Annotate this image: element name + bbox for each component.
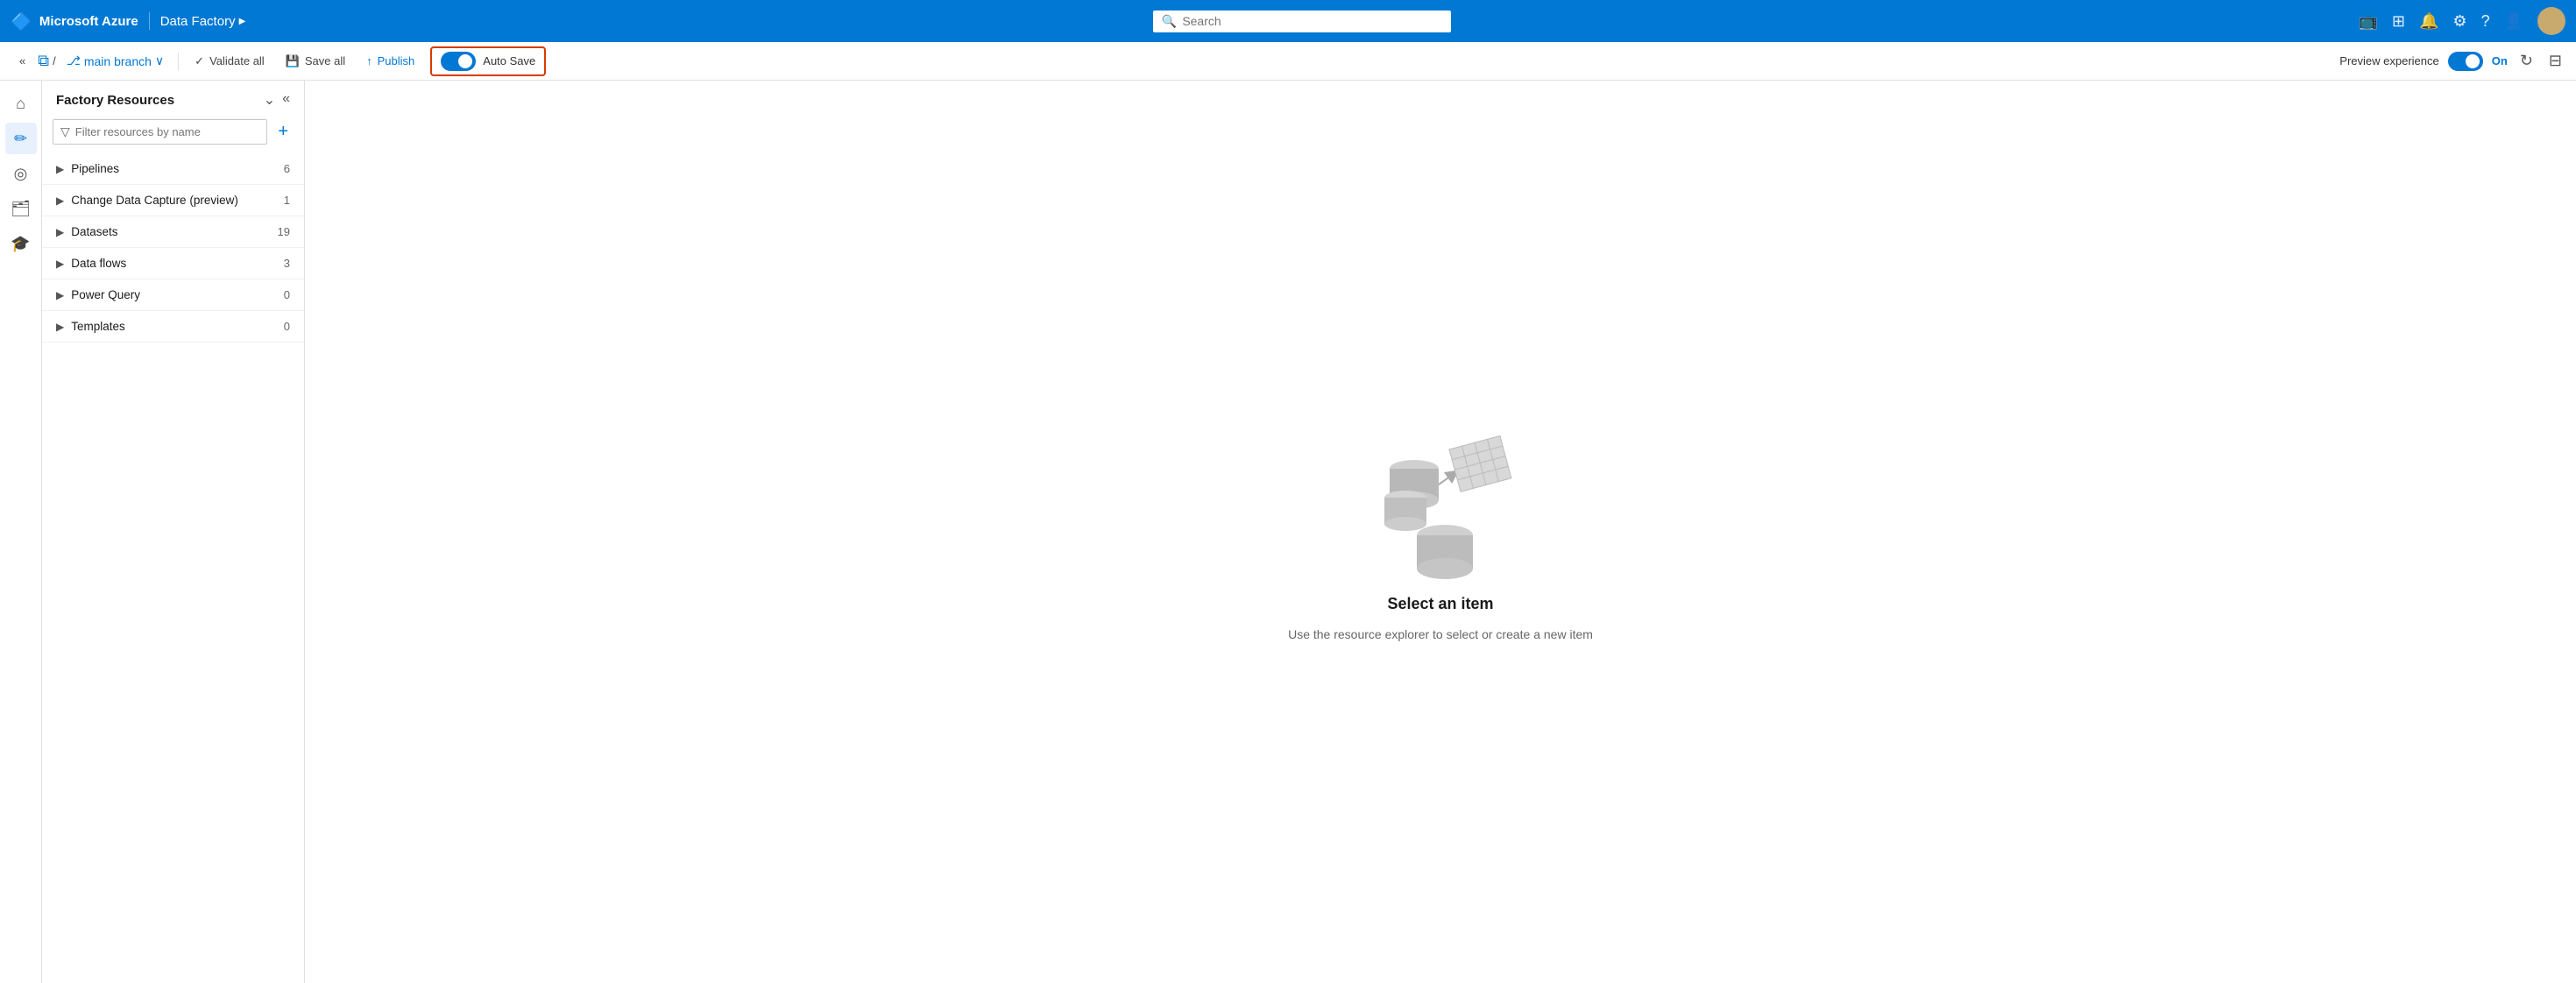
left-sidebar: ⌂ ✏ ◎ 🗂 🎓 [0,81,42,983]
search-box[interactable]: 🔍 [1153,11,1451,32]
search-area: 🔍 [256,11,2347,32]
toolbar-right: Preview experience On ↻ ⊟ [2339,48,2565,74]
manage-icon: 🗂 [11,200,31,218]
app-name-area[interactable]: Data Factory ▶ [160,14,246,29]
resource-item-left: ▶ Power Query [56,288,140,301]
hide-panel-icon[interactable]: « [282,91,290,109]
resource-list: ▶ Pipelines 6 ▶ Change Data Capture (pre… [42,153,304,983]
monitor-icon: ◎ [14,165,28,183]
pencil-icon: ✏ [14,130,27,148]
branch-dropdown-icon: ∨ [155,53,164,68]
nav-divider [149,12,150,30]
resource-item-left: ▶ Change Data Capture (preview) [56,194,238,207]
main-content: Select an item Use the resource explorer… [305,81,2576,983]
preview-experience-label: Preview experience [2339,54,2438,67]
collapse-icon: « [19,54,25,67]
toggle-thumb [458,54,472,68]
learn-icon: 🎓 [11,235,30,253]
app-name-text: Data Factory [160,14,236,29]
brand-text: Microsoft Azure [39,14,138,29]
portal-icon[interactable]: ⊞ [2392,12,2405,31]
filter-resources-input[interactable] [75,125,260,138]
collapse-nav-button[interactable]: « [11,50,34,72]
search-icon: 🔍 [1162,14,1177,29]
sidebar-item-home[interactable]: ⌂ [5,88,37,119]
resource-item-left: ▶ Pipelines [56,162,119,175]
sidebar-item-manage[interactable]: 🗂 [5,193,37,224]
sidebar-item-monitor[interactable]: ◎ [5,158,37,189]
autosave-label: Auto Save [483,54,535,67]
preview-toggle-thumb [2466,54,2480,68]
account-icon[interactable]: 👤 [2504,12,2523,31]
save-all-label: Save all [305,54,345,67]
validate-all-label: Validate all [209,54,265,67]
branch-icon: ⎇ [67,53,81,68]
factory-resources-panel: Factory Resources ⌄ « ▽ + ▶ Pipelines 6 [42,81,305,983]
resource-item-data-flows[interactable]: ▶ Data flows 3 [42,248,304,279]
chevron-right-icon: ▶ [56,194,64,207]
app-name-chevron: ▶ [239,17,246,26]
resource-item-left: ▶ Datasets [56,225,118,238]
filter-row: ▽ + [42,116,304,153]
toolbar: « ⧉ / ⎇ main branch ∨ ✓ Validate all 💾 S… [0,42,2576,81]
resource-item-change-data-capture[interactable]: ▶ Change Data Capture (preview) 1 [42,185,304,216]
filter-input-wrapper: ▽ [53,119,267,145]
validate-all-button[interactable]: ✓ Validate all [186,50,273,73]
publish-button[interactable]: ↑ Publish [357,50,423,72]
factory-panel-header: Factory Resources ⌄ « [42,81,304,116]
resource-item-datasets[interactable]: ▶ Datasets 19 [42,216,304,248]
illustration [1353,423,1528,581]
chevron-right-icon: ▶ [56,258,64,270]
resource-item-templates[interactable]: ▶ Templates 0 [42,311,304,343]
help-icon[interactable]: ? [2481,12,2490,31]
slash-separator: / [53,54,56,67]
sidebar-item-learn[interactable]: 🎓 [5,228,37,259]
chevron-right-icon: ▶ [56,289,64,301]
collapse-panel-icon[interactable]: ⌄ [264,91,275,109]
branch-selector[interactable]: ⎇ main branch ∨ [60,50,171,72]
factory-panel-title: Factory Resources [56,93,174,108]
resource-item-power-query[interactable]: ▶ Power Query 0 [42,279,304,311]
add-resource-button[interactable]: + [272,120,294,144]
branch-name: main branch [84,54,152,68]
autosave-toggle[interactable] [441,52,476,71]
resource-item-left: ▶ Data flows [56,257,126,270]
panel-header-icons: ⌄ « [264,91,290,109]
sidebar-item-author[interactable]: ✏ [5,123,37,154]
azure-logo: 🔷 [11,11,32,32]
empty-state-subtitle: Use the resource explorer to select or c… [1288,627,1593,641]
chevron-right-icon: ▶ [56,163,64,175]
toolbar-separator-1 [178,53,179,70]
save-all-button[interactable]: 💾 Save all [277,50,354,73]
layout-button[interactable]: ⊟ [2545,48,2565,74]
save-icon: 💾 [286,54,300,68]
main-layout: ⌂ ✏ ◎ 🗂 🎓 Factory Resources ⌄ « ▽ [0,81,2576,983]
notifications-icon[interactable]: 🔔 [2419,12,2438,31]
resource-item-left: ▶ Templates [56,320,125,333]
refresh-button[interactable]: ↻ [2516,48,2537,74]
top-navigation: 🔷 Microsoft Azure Data Factory ▶ 🔍 📺 ⊞ 🔔… [0,0,2576,42]
validate-icon: ✓ [195,54,204,68]
home-icon: ⌂ [16,95,25,113]
brand-name[interactable]: 🔷 Microsoft Azure [11,11,138,32]
empty-state-title: Select an item [1387,595,1493,613]
chevron-right-icon: ▶ [56,321,64,333]
preview-toggle[interactable] [2448,52,2483,71]
avatar[interactable] [2537,7,2565,35]
factory-icon: ⧉ [38,52,49,70]
chevron-right-icon: ▶ [56,226,64,238]
filter-icon: ▽ [60,124,70,139]
publish-label: Publish [378,54,415,67]
autosave-toggle-group: Auto Save [430,46,546,76]
top-nav-icons: 📺 ⊞ 🔔 ⚙ ? 👤 [2358,7,2565,35]
empty-state: Select an item Use the resource explorer… [1288,423,1593,641]
resource-item-pipelines[interactable]: ▶ Pipelines 6 [42,153,304,185]
settings-icon[interactable]: ⚙ [2452,12,2466,31]
feedback-icon[interactable]: 📺 [2358,12,2377,31]
publish-icon: ↑ [366,54,372,67]
search-input[interactable] [1182,14,1442,28]
preview-on-label: On [2492,54,2508,67]
